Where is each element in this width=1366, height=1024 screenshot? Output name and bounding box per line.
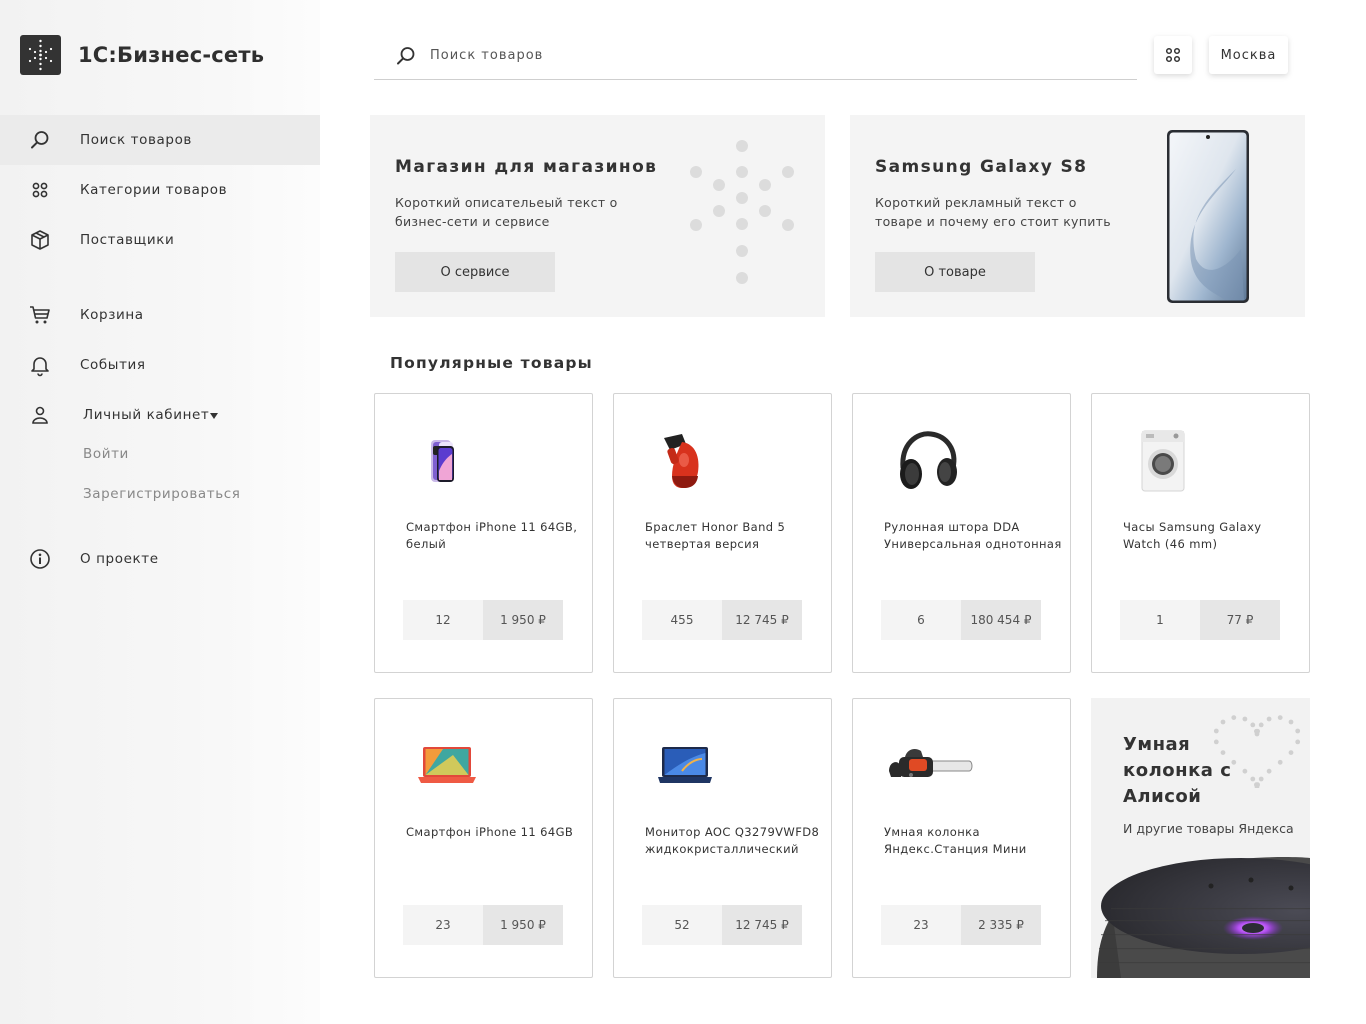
sidebar-item-label: Поставщики bbox=[80, 232, 175, 248]
product-price: 2 335 ₽ bbox=[961, 905, 1041, 945]
bell-icon bbox=[31, 357, 49, 377]
city-selector-button[interactable]: Москва bbox=[1209, 36, 1288, 74]
logo-icon bbox=[20, 35, 61, 75]
sidebar-item-cart[interactable]: Корзина bbox=[0, 290, 320, 340]
product-qty: 6 bbox=[881, 600, 961, 640]
sidebar-item-account[interactable]: Личный кабинет bbox=[0, 390, 320, 440]
product-title: Смартфон iPhone 11 64GB, белый bbox=[406, 520, 578, 551]
product-title: Часы Samsung Galaxy Watch (46 mm) bbox=[1123, 520, 1262, 551]
alice-title: Умная колонка с Алисой bbox=[1123, 734, 1232, 807]
product-qty: 455 bbox=[642, 600, 722, 640]
product-qty: 23 bbox=[881, 905, 961, 945]
section-title-popular: Популярные товары bbox=[390, 354, 593, 372]
product-title: Смартфон iPhone 11 64GB bbox=[406, 825, 574, 839]
promo-text: Короткий описательеый текст о бизнес-сет… bbox=[395, 195, 618, 229]
promo-banner-product: Samsung Galaxy S8 Короткий рекламный тек… bbox=[850, 115, 1305, 317]
promo-text: Короткий рекламный текст о товаре и поче… bbox=[875, 195, 1111, 229]
search-icon bbox=[31, 131, 49, 149]
laptop-red-image bbox=[418, 747, 476, 783]
logo[interactable]: 1С:Бизнес-сеть bbox=[20, 35, 264, 75]
sidebar-item-search[interactable]: Поиск товаров bbox=[0, 115, 320, 165]
alice-subtitle: И другие товары Яндекса bbox=[1123, 821, 1294, 836]
logo-text: 1С:Бизнес-сеть bbox=[78, 43, 265, 67]
phone-image bbox=[1167, 130, 1249, 303]
product-card[interactable]: Часы Samsung Galaxy Watch (46 mm) 1 77 ₽ bbox=[1091, 393, 1310, 673]
alice-promo-card[interactable]: Умная колонка с Алисой И другие товары Я… bbox=[1091, 698, 1310, 978]
product-price: 12 745 ₽ bbox=[722, 905, 802, 945]
login-link[interactable]: Войти bbox=[83, 446, 129, 462]
search-bar bbox=[374, 34, 1137, 80]
sidebar-item-about[interactable]: О проекте bbox=[0, 534, 320, 584]
product-title: Умная колонка Яндекс.Станция Мини bbox=[884, 825, 1027, 856]
sidebar-item-label: Поиск товаров bbox=[80, 132, 192, 148]
sidebar-item-label: Корзина bbox=[80, 307, 144, 323]
steamer-image bbox=[664, 434, 699, 488]
grid-icon bbox=[32, 182, 48, 198]
product-qty: 12 bbox=[403, 600, 483, 640]
promo-banner-service: Магазин для магазинов Короткий описатель… bbox=[370, 115, 825, 317]
grid-icon bbox=[1165, 47, 1181, 63]
promo-title: Магазин для магазинов bbox=[395, 157, 658, 177]
product-qty: 23 bbox=[403, 905, 483, 945]
product-qty: 52 bbox=[642, 905, 722, 945]
register-link[interactable]: Зарегистрироваться bbox=[83, 486, 241, 502]
product-title: Монитор AOC Q3279VWFD8 жидкокристалличес… bbox=[645, 825, 820, 856]
product-title: Браслет Honor Band 5 четвертая версия bbox=[645, 520, 786, 551]
promo-title: Samsung Galaxy S8 bbox=[875, 157, 1088, 177]
laptop-blue-image bbox=[658, 747, 712, 783]
sidebar-item-label: Личный кабинет bbox=[83, 407, 210, 423]
washing-machine-image bbox=[1141, 430, 1185, 492]
iphone-image bbox=[431, 440, 454, 482]
box-icon bbox=[31, 230, 49, 250]
about-service-button[interactable]: О сервисе bbox=[395, 252, 555, 292]
sidebar-item-label: Категории товаров bbox=[80, 182, 228, 198]
user-icon bbox=[32, 406, 48, 424]
chainsaw-image bbox=[889, 749, 973, 777]
sidebar-item-categories[interactable]: Категории товаров bbox=[0, 165, 320, 215]
about-product-button[interactable]: О товаре bbox=[875, 252, 1035, 292]
sidebar-item-suppliers[interactable]: Поставщики bbox=[0, 215, 320, 265]
search-icon bbox=[397, 47, 415, 65]
sidebar: 1С:Бизнес-сеть Поиск товаров Категории т… bbox=[0, 0, 320, 1024]
logo-dots-graphic bbox=[690, 140, 794, 284]
product-card[interactable]: Браслет Honor Band 5 четвертая версия 45… bbox=[613, 393, 832, 673]
product-card[interactable]: Рулонная штора DDA Универсальная однотон… bbox=[852, 393, 1071, 673]
headphones-image bbox=[900, 431, 957, 489]
search-input[interactable] bbox=[430, 44, 1110, 66]
product-card[interactable]: Смартфон iPhone 11 64GB 23 1 950 ₽ bbox=[374, 698, 593, 978]
product-card[interactable]: Умная колонка Яндекс.Станция Мини 23 2 3… bbox=[852, 698, 1071, 978]
chevron-down-icon[interactable] bbox=[210, 413, 218, 419]
categories-grid-button[interactable] bbox=[1154, 36, 1192, 74]
sidebar-item-label: О проекте bbox=[80, 551, 159, 567]
product-price: 12 745 ₽ bbox=[722, 600, 802, 640]
product-qty: 1 bbox=[1120, 600, 1200, 640]
product-price: 1 950 ₽ bbox=[483, 600, 563, 640]
product-card[interactable]: Монитор AOC Q3279VWFD8 жидкокристалличес… bbox=[613, 698, 832, 978]
product-price: 180 454 ₽ bbox=[961, 600, 1041, 640]
speaker-image bbox=[1097, 857, 1310, 978]
info-icon bbox=[30, 549, 50, 569]
product-price: 1 950 ₽ bbox=[483, 905, 563, 945]
product-price: 77 ₽ bbox=[1200, 600, 1280, 640]
product-title: Рулонная штора DDA Универсальная однотон… bbox=[884, 520, 1062, 551]
product-card[interactable]: Смартфон iPhone 11 64GB, белый 12 1 950 … bbox=[374, 393, 593, 673]
sidebar-item-label: События bbox=[80, 357, 146, 373]
cart-icon bbox=[30, 306, 50, 324]
sidebar-item-events[interactable]: События bbox=[0, 340, 320, 390]
